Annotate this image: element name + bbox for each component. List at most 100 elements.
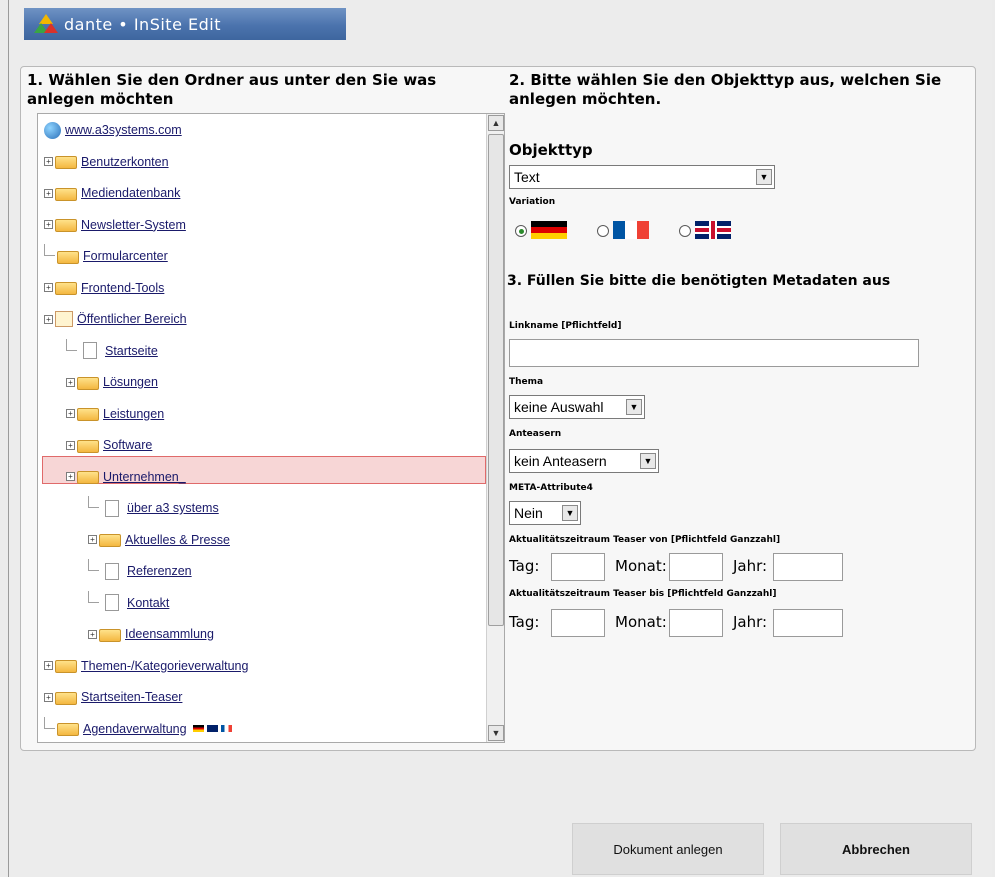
tree-item-label[interactable]: Benutzerkonten [81,155,169,169]
tree-item[interactable]: Startseite [66,338,158,363]
main-panel: 1. Wählen Sie den Ordner aus unter den S… [20,66,976,751]
tree-item-label[interactable]: Lösungen [103,375,158,389]
teaser-to-label: Aktualitätszeitraum Teaser bis [Pflichtf… [509,589,777,599]
expand-toggle-icon[interactable]: + [66,440,75,450]
tree-item[interactable]: + Themen-/Kategorieverwaltung [44,654,248,678]
folder-icon [55,691,77,705]
chevron-down-icon[interactable]: ▼ [640,453,656,469]
folder-column-title: 1. Wählen Sie den Ordner aus unter den S… [27,71,437,108]
expand-toggle-icon[interactable]: + [66,377,75,387]
teaser-from-day-input[interactable] [551,553,605,581]
tree-item[interactable]: + Leistungen [66,402,164,426]
tree-item[interactable]: + Öffentlicher Bereich [44,307,187,331]
tree-branch-line [44,244,55,256]
scroll-up-icon[interactable]: ▲ [488,115,504,131]
folder-tree[interactable]: www.a3systems.com + Benutzerkonten + Mediend… [37,113,505,743]
tree-item[interactable]: Agendaverwaltung [44,716,232,741]
folder-icon [57,250,79,264]
teaser-to-day-input[interactable] [551,609,605,637]
folder-icon [99,628,121,642]
tree-item[interactable]: + Mediendatenbank [44,181,180,205]
tree-item[interactable]: über a3 systems [88,496,219,520]
tree-item-label[interactable]: Öffentlicher Bereich [77,312,187,326]
tree-item[interactable]: Referenzen [88,559,192,583]
tree-item-label[interactable]: Startseiten-Teaser [81,690,182,704]
expand-toggle-icon[interactable]: + [44,692,53,702]
app-logo: dante • InSite Edit [24,8,346,40]
tree-item-label[interactable]: Software [103,438,152,452]
flag-gb-icon [695,221,731,239]
tree-item-label[interactable]: Unternehmen_ [103,470,186,484]
tree-item[interactable]: + Lösungen [66,370,158,394]
cancel-button[interactable]: Abbrechen [780,823,972,875]
tree-item[interactable]: + Unternehmen_ [66,465,186,489]
folder-column: 1. Wählen Sie den Ordner aus unter den S… [27,71,503,109]
expand-toggle-icon[interactable]: + [66,472,75,481]
tree-item[interactable]: + Software [66,433,152,457]
tree-item-label[interactable]: Formularcenter [83,249,168,263]
expand-toggle-icon[interactable]: + [44,283,53,292]
chevron-down-icon[interactable]: ▼ [626,399,642,415]
tree-scrollbar[interactable]: ▲ ▼ [486,114,504,742]
tree-branch-line [66,338,77,351]
tree-item-label[interactable]: Frontend-Tools [81,281,164,295]
variation-radio-de[interactable] [515,225,527,237]
expand-toggle-icon[interactable]: + [44,661,53,670]
tree-item-label[interactable]: Leistungen [103,407,164,421]
teaser-to-year-input[interactable] [773,609,843,637]
scroll-down-icon[interactable]: ▼ [488,725,504,741]
tree-item-label[interactable]: Themen-/Kategorieverwaltung [81,659,248,673]
variation-radio-gb[interactable] [679,225,691,237]
objekttyp-select[interactable]: Text ▼ [509,165,775,189]
expand-toggle-icon[interactable]: + [44,157,53,166]
page-icon [105,499,119,517]
meta-attribute-select[interactable]: Nein ▼ [509,501,581,525]
expand-toggle-icon[interactable]: + [44,314,53,324]
tree-item[interactable]: www.a3systems.com [44,118,182,142]
tree-item-label[interactable]: über a3 systems [127,501,219,515]
tree-item-label[interactable]: Newsletter-System [81,218,186,232]
chevron-down-icon[interactable]: ▼ [756,169,772,185]
tree-item[interactable]: + Frontend-Tools [44,276,164,300]
flag-de-icon [531,221,567,239]
create-document-button[interactable]: Dokument anlegen [572,823,764,875]
linkname-input[interactable] [509,339,919,367]
tree-item-label[interactable]: Agendaverwaltung [83,722,187,736]
scroll-thumb[interactable] [488,134,504,626]
expand-toggle-icon[interactable]: + [44,220,53,229]
tree-item-label[interactable]: Mediendatenbank [81,186,180,200]
page-icon [105,594,119,611]
tree-item[interactable]: + Benutzerkonten [44,150,169,174]
tree-item-label[interactable]: Kontakt [127,596,169,610]
anteasern-select[interactable]: kein Anteasern ▼ [509,449,659,473]
tree-item[interactable]: + Aktuelles & Presse [88,528,230,552]
teaser-to-year-label: Jahr: [733,613,768,631]
tree-item[interactable]: + Newsletter-System [44,213,186,237]
tree-item-label[interactable]: Ideensammlung [125,627,214,641]
tree-item[interactable]: Kontakt [88,590,169,615]
tree-item-label[interactable]: Referenzen [127,564,192,578]
expand-toggle-icon[interactable]: + [66,409,75,418]
thema-select[interactable]: keine Auswahl ▼ [509,395,645,419]
variation-radio-fr[interactable] [597,225,609,237]
tree-item-label[interactable]: Aktuelles & Presse [125,533,230,547]
folder-icon [77,408,99,421]
variation-label: Variation [509,197,556,207]
expand-toggle-icon[interactable]: + [44,188,53,198]
linkname-label: Linkname [Pflichtfeld] [509,321,622,331]
teaser-from-month-input[interactable] [669,553,723,581]
teaser-from-year-input[interactable] [773,553,843,581]
tree-item[interactable]: + Startseiten-Teaser [44,685,182,709]
teaser-to-month-input[interactable] [669,609,723,637]
folder-icon [99,534,121,547]
objekttyp-label: Objekttyp [509,141,593,159]
tree-item[interactable]: Formularcenter [44,244,168,268]
expand-toggle-icon[interactable]: + [88,535,97,544]
object-type-title: 2. Bitte wählen Sie den Objekttyp aus, w… [509,71,942,108]
tools-icon [55,282,77,295]
expand-toggle-icon[interactable]: + [88,629,97,639]
tree-item[interactable]: + Ideensammlung [88,622,214,646]
chevron-down-icon[interactable]: ▼ [562,505,578,521]
tree-item-label[interactable]: Startseite [105,344,158,358]
tree-item-label[interactable]: www.a3systems.com [65,123,182,137]
